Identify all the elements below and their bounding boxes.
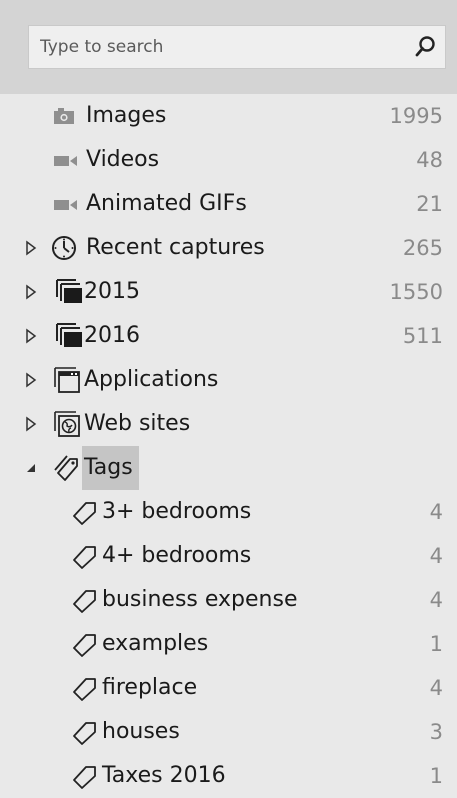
- tag-icon: [73, 766, 96, 789]
- tag-label: fireplace: [102, 675, 198, 700]
- tag-item[interactable]: fireplace 4: [0, 666, 457, 710]
- tree-item-web-sites[interactable]: Web sites: [0, 402, 457, 446]
- tag-label: 4+ bedrooms: [102, 543, 252, 568]
- tag-item[interactable]: business expense 4: [0, 578, 457, 622]
- item-count: 1: [429, 632, 443, 656]
- item-count: 1995: [389, 104, 443, 128]
- item-count: 3: [429, 720, 443, 744]
- tags-icon: [54, 455, 78, 481]
- globe-icon: [54, 411, 80, 437]
- video-icon: [54, 200, 77, 210]
- video-icon: [54, 156, 77, 166]
- tag-icon: [73, 678, 96, 701]
- item-count: 1550: [389, 280, 443, 304]
- clock-icon: [52, 236, 76, 260]
- tree-item-label: Images: [86, 103, 167, 128]
- tree-item-images[interactable]: Images 1995: [0, 94, 457, 138]
- tag-item[interactable]: 3+ bedrooms 4: [0, 490, 457, 534]
- collapse-arrow-icon[interactable]: [24, 460, 38, 476]
- tree-item-label: Tags: [82, 446, 139, 490]
- tree-item-recent-captures[interactable]: Recent captures 265: [0, 226, 457, 270]
- folder-stack-icon: [56, 279, 82, 303]
- tag-label: business expense: [102, 587, 298, 612]
- tree-item-applications[interactable]: Applications: [0, 358, 457, 402]
- tree-item-2016[interactable]: 2016 511: [0, 314, 457, 358]
- tag-label: houses: [102, 719, 180, 744]
- library-panel: Images 1995 Videos 48 Animated GIFs 21: [0, 0, 457, 792]
- tag-label: 3+ bedrooms: [102, 499, 252, 524]
- tree-item-label: Animated GIFs: [86, 191, 247, 216]
- tag-item[interactable]: houses 3: [0, 710, 457, 754]
- item-count: 265: [402, 236, 443, 260]
- item-count: 1: [429, 764, 443, 788]
- expand-arrow-icon[interactable]: [24, 284, 38, 300]
- item-count: 4: [429, 500, 443, 524]
- tag-label: Taxes 2016: [102, 763, 226, 788]
- window-icon: [54, 367, 80, 393]
- item-count: 48: [416, 148, 443, 172]
- expand-arrow-icon[interactable]: [24, 240, 38, 256]
- item-count: 511: [402, 324, 443, 348]
- search-bar: [0, 0, 457, 94]
- tag-item[interactable]: examples 1: [0, 622, 457, 666]
- tree-item-label: Recent captures: [86, 235, 265, 260]
- tag-icon: [73, 722, 96, 745]
- tree-item-label: 2015: [84, 279, 140, 304]
- item-count: 4: [429, 588, 443, 612]
- tag-icon: [73, 590, 96, 613]
- tree-item-2015[interactable]: 2015 1550: [0, 270, 457, 314]
- search-input[interactable]: [29, 26, 389, 68]
- tree-item-label: 2016: [84, 323, 140, 348]
- tree-item-label: Applications: [84, 367, 219, 392]
- search-icon[interactable]: [413, 34, 439, 60]
- tag-icon: [73, 546, 96, 569]
- expand-arrow-icon[interactable]: [24, 372, 38, 388]
- tag-icon: [73, 502, 96, 525]
- tree-item-tags[interactable]: Tags: [0, 446, 457, 490]
- item-count: 4: [429, 544, 443, 568]
- tree-item-videos[interactable]: Videos 48: [0, 138, 457, 182]
- expand-arrow-icon[interactable]: [24, 416, 38, 432]
- tree-item-label: Web sites: [84, 411, 191, 436]
- camera-icon: [54, 108, 74, 124]
- tag-label: examples: [102, 631, 209, 656]
- folder-stack-icon: [56, 323, 82, 347]
- search-box: [28, 25, 446, 69]
- tag-item[interactable]: Taxes 2016 1: [0, 754, 457, 798]
- tree-item-animated-gifs[interactable]: Animated GIFs 21: [0, 182, 457, 226]
- tag-icon: [73, 634, 96, 657]
- tree-item-label: Videos: [86, 147, 160, 172]
- tag-item[interactable]: 4+ bedrooms 4: [0, 534, 457, 578]
- item-count: 4: [429, 676, 443, 700]
- expand-arrow-icon[interactable]: [24, 328, 38, 344]
- item-count: 21: [416, 192, 443, 216]
